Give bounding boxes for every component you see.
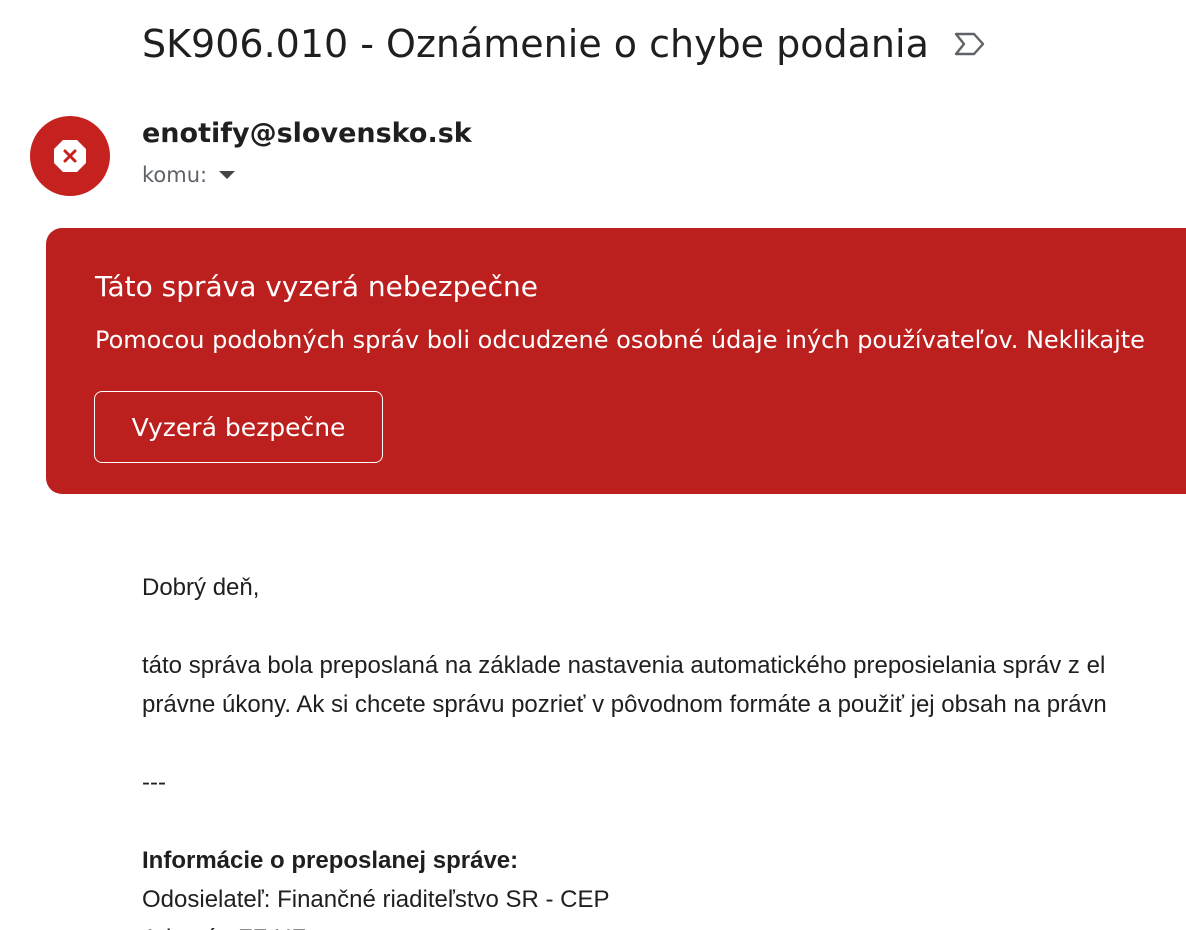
body-greeting: Dobrý deň, (142, 574, 260, 601)
email-subject: SK906.010 - Oznámenie o chybe podania (142, 22, 929, 66)
sender-address: enotify@slovensko.sk (142, 118, 472, 149)
forwarded-recipient-line: Adresát: FZ UF (142, 919, 1186, 930)
importance-marker-icon[interactable] (953, 31, 987, 57)
dangerous-message-warning: Táto správa vyzerá nebezpečne Pomocou po… (46, 228, 1186, 494)
caret-down-icon[interactable] (219, 171, 236, 179)
body-line: táto správa bola preposlaná na základe n… (142, 652, 1106, 679)
recipients-toggle[interactable]: komu: (142, 163, 236, 187)
warning-title: Táto správa vyzerá nebezpečne (95, 270, 538, 303)
warning-text: Pomocou podobných správ boli odcudzené o… (95, 326, 1145, 354)
body-line: právne úkony. Ak si chcete správu pozrie… (142, 691, 1107, 718)
forwarded-sender-line: Odosielateľ: Finančné riaditeľstvo SR - … (142, 886, 610, 913)
email-body: Dobrý deň, táto správa bola preposlaná n… (142, 568, 1186, 930)
body-separator: --- (142, 769, 166, 796)
stop-x-icon (54, 140, 86, 172)
looks-safe-button[interactable]: Vyzerá bezpečne (94, 391, 383, 463)
sender-avatar (30, 116, 110, 196)
email-view: SK906.010 - Oznámenie o chybe podania en… (0, 0, 1186, 930)
forwarded-info-heading: Informácie o preposlanej správe: (142, 847, 519, 874)
to-label: komu: (142, 163, 208, 187)
subject-row: SK906.010 - Oznámenie o chybe podania (142, 22, 987, 66)
